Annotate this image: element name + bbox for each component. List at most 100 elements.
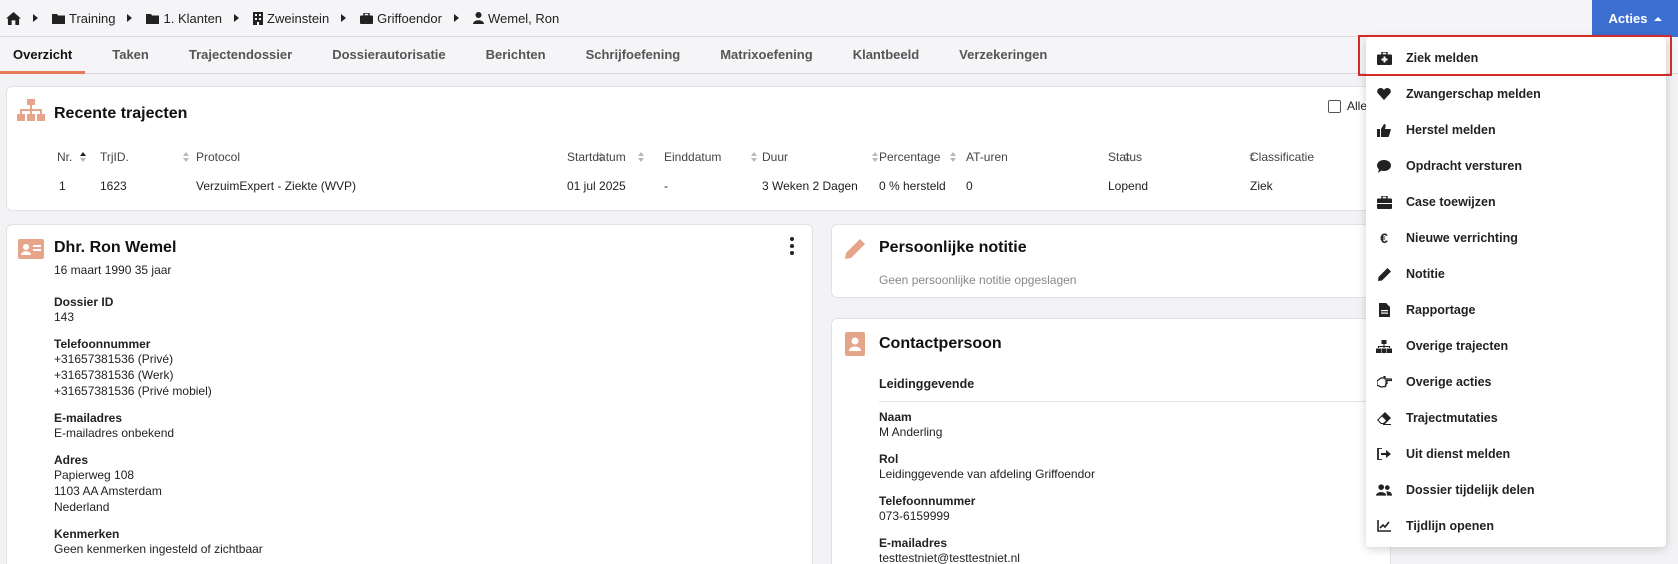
menu-item-label: Uit dienst melden	[1406, 447, 1511, 461]
breadcrumb-item-wemel[interactable]: Wemel, Ron	[472, 11, 559, 26]
chart-line-icon	[1376, 518, 1392, 534]
top-bar: Training 1. Klanten Zweinstein Griffoend…	[0, 0, 1678, 37]
tab-taken[interactable]: Taken	[99, 37, 162, 74]
person-fields: Dossier ID 143 Telefoonnummer +316573815…	[54, 295, 263, 557]
contact-email-value[interactable]: testtestniet@testtestniet.nl	[879, 550, 1095, 564]
menu-item-label: Herstel melden	[1406, 123, 1496, 137]
sitemap-icon	[17, 99, 45, 121]
tab-trajectendossier[interactable]: Trajectendossier	[176, 37, 305, 74]
tab-klantbeeld[interactable]: Klantbeeld	[840, 37, 932, 74]
dossier-id-label: Dossier ID	[54, 295, 114, 309]
col-trjid[interactable]: TrjID.	[100, 150, 190, 164]
menu-item-zwangerschap-melden[interactable]: Zwangerschap melden	[1366, 76, 1666, 112]
contact-email-label: E-mailadres	[879, 536, 948, 550]
cell-protocol: VerzuimExpert - Ziekte (WVP)	[196, 179, 357, 193]
comment-icon	[1376, 158, 1392, 174]
cell-startdatum: 01 jul 2025	[567, 179, 626, 193]
breadcrumb-item-griffoendor[interactable]: Griffoendor	[360, 11, 442, 26]
file-icon	[1376, 302, 1392, 318]
menu-item-overige-acties[interactable]: Overige acties	[1366, 364, 1666, 400]
menu-item-label: Nieuwe verrichting	[1406, 231, 1518, 245]
breadcrumb-separator-icon	[341, 14, 347, 22]
menu-item-herstel-melden[interactable]: Herstel melden	[1366, 112, 1666, 148]
breadcrumb-label: Training	[69, 10, 116, 26]
pencil-icon	[845, 239, 865, 259]
menu-item-rapportage[interactable]: Rapportage	[1366, 292, 1666, 328]
contact-card: Contactpersoon Leidinggevende Naam M And…	[831, 318, 1391, 564]
col-nr[interactable]: Nr.	[57, 150, 87, 164]
person-card: Dhr. Ron Wemel 16 maart 1990 35 jaar Dos…	[6, 224, 813, 564]
contact-subtitle: Leidinggevende	[879, 377, 975, 391]
tab-schrijfoefening[interactable]: Schrijfoefening	[573, 37, 694, 74]
tab-overzicht[interactable]: Overzicht	[0, 37, 86, 74]
cell-status: Lopend	[1108, 179, 1149, 193]
euro-icon: €	[1380, 230, 1388, 246]
address-line: Papierweg 108	[54, 468, 135, 482]
menu-item-label: Notitie	[1406, 267, 1445, 281]
phone-value: +31657381536 (Werk)	[54, 368, 174, 382]
col-percentage[interactable]: Percentage	[879, 150, 957, 164]
menu-item-case-toewijzen[interactable]: Case toewijzen	[1366, 184, 1666, 220]
acties-button[interactable]: Acties	[1592, 0, 1678, 37]
users-icon	[1376, 482, 1392, 498]
eraser-icon	[1376, 410, 1392, 426]
address-book-icon	[845, 332, 865, 356]
email-value: E-mailadres onbekend	[54, 426, 175, 440]
breadcrumb-item-training[interactable]: Training	[52, 11, 115, 26]
menu-item-label: Zwangerschap melden	[1406, 87, 1541, 101]
breadcrumb-separator-icon	[453, 14, 459, 22]
menu-item-opdracht-versturen[interactable]: Opdracht versturen	[1366, 148, 1666, 184]
sign-out-icon	[1376, 446, 1392, 462]
col-at-uren[interactable]: AT-uren	[966, 150, 1131, 164]
breadcrumb-separator-icon	[33, 14, 38, 22]
breadcrumb-separator-icon	[234, 14, 240, 22]
cell-einddatum: -	[664, 179, 668, 193]
phone-value: +31657381536 (Privé mobiel)	[54, 384, 212, 398]
more-options-icon[interactable]	[789, 237, 795, 255]
col-protocol[interactable]: Protocol	[196, 150, 605, 164]
breadcrumb-item-klanten[interactable]: 1. Klanten	[146, 11, 222, 26]
briefcase-icon	[1376, 194, 1392, 210]
menu-item-notitie[interactable]: Notitie	[1366, 256, 1666, 292]
folder-icon	[52, 13, 65, 24]
breadcrumb-separator-icon	[127, 14, 133, 22]
tab-verzekeringen[interactable]: Verzekeringen	[946, 37, 1060, 74]
pencil-icon	[1376, 266, 1392, 282]
menu-item-tijdlijn-openen[interactable]: Tijdlijn openen	[1366, 508, 1666, 544]
menu-item-label: Case toewijzen	[1406, 195, 1496, 209]
acties-label: Acties	[1608, 11, 1648, 26]
naam-label: Naam	[879, 410, 912, 424]
col-status[interactable]: Status	[1108, 150, 1256, 164]
menu-item-label: Rapportage	[1406, 303, 1476, 317]
home-link[interactable]	[6, 11, 21, 25]
contact-divider	[879, 401, 1390, 402]
id-card-icon	[18, 239, 44, 259]
person-name: Dhr. Ron Wemel	[54, 239, 177, 256]
contact-phone-label: Telefoonnummer	[879, 494, 976, 508]
col-duur[interactable]: Duur	[762, 150, 879, 164]
folder-icon	[146, 13, 160, 24]
menu-item-uit-dienst-melden[interactable]: Uit dienst melden	[1366, 436, 1666, 472]
sort-asc-icon	[80, 152, 87, 162]
col-classificatie[interactable]: Classificatie	[1250, 150, 1314, 164]
tab-matrixoefening[interactable]: Matrixoefening	[707, 37, 825, 74]
menu-item-label: Opdracht versturen	[1406, 159, 1523, 173]
rol-label: Rol	[879, 452, 899, 466]
acties-dropdown-menu: Ziek melden Zwangerschap melden Herstel …	[1366, 37, 1666, 547]
menu-item-label: Trajectmutaties	[1406, 411, 1498, 425]
col-einddatum[interactable]: Einddatum	[664, 150, 758, 164]
tab-dossierautorisatie[interactable]: Dossierautorisatie	[319, 37, 458, 74]
menu-item-overige-trajecten[interactable]: Overige trajecten	[1366, 328, 1666, 364]
breadcrumb-item-zweinstein[interactable]: Zweinstein	[253, 11, 329, 26]
tab-berichten[interactable]: Berichten	[473, 37, 559, 74]
alle-checkbox[interactable]	[1328, 99, 1341, 113]
caret-up-icon	[1653, 16, 1662, 21]
menu-item-dossier-tijdelijk-delen[interactable]: Dossier tijdelijk delen	[1366, 472, 1666, 508]
phone-value: +31657381536 (Privé)	[54, 352, 174, 366]
address-line: Nederland	[54, 500, 110, 514]
col-startdatum[interactable]: Startdatum	[567, 150, 645, 164]
menu-item-nieuwe-verrichting[interactable]: € Nieuwe verrichting	[1366, 220, 1666, 256]
person-birth: 16 maart 1990 35 jaar	[54, 263, 172, 277]
hand-point-icon	[1376, 374, 1392, 390]
menu-item-trajectmutaties[interactable]: Trajectmutaties	[1366, 400, 1666, 436]
